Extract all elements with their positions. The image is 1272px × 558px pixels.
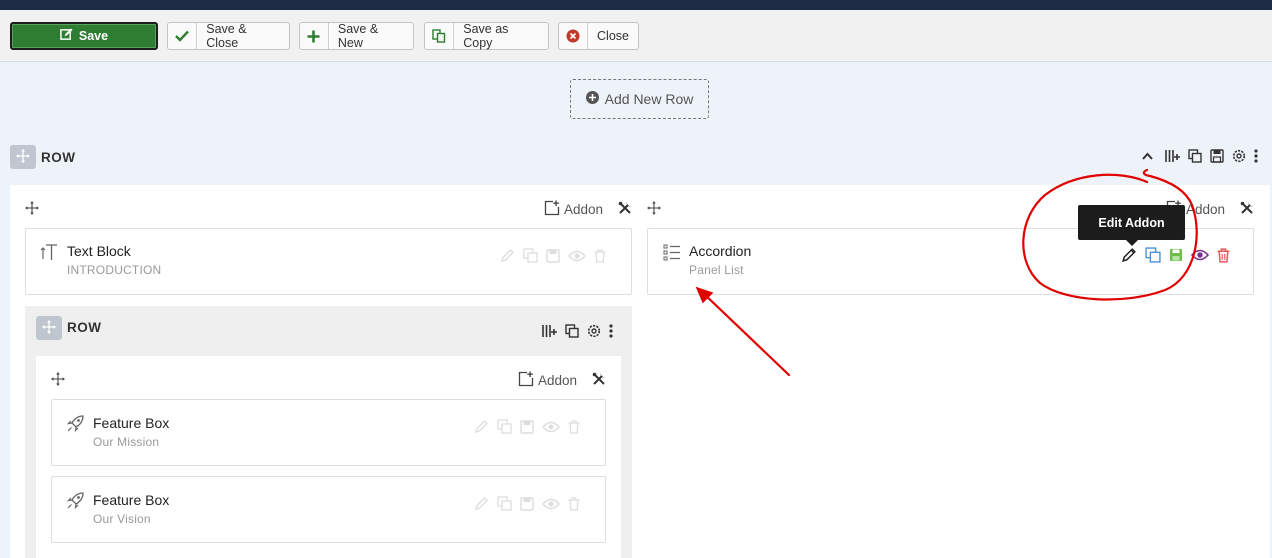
row-title: ROW xyxy=(41,150,76,165)
list-icon xyxy=(663,243,681,264)
addon-title: Accordion xyxy=(689,243,752,259)
duplicate-icon[interactable] xyxy=(523,248,538,266)
column-move-icon[interactable] xyxy=(51,372,65,389)
delete-trash-icon[interactable] xyxy=(1217,247,1230,266)
visibility-eye-icon[interactable] xyxy=(568,250,586,265)
row-toolbar xyxy=(1142,149,1258,163)
edit-icon xyxy=(60,28,73,44)
column-settings-tools-icon[interactable] xyxy=(618,201,632,218)
addon-subtitle: Panel List xyxy=(689,263,744,277)
save-disk-icon[interactable] xyxy=(546,248,560,266)
collapse-icon[interactable] xyxy=(1142,152,1153,160)
addon-subtitle: Our Mission xyxy=(93,435,160,449)
column-move-icon[interactable] xyxy=(25,201,39,218)
add-addon-button[interactable]: Addon xyxy=(518,371,577,390)
close-label: Close xyxy=(597,29,629,43)
save-copy-button[interactable]: Save as Copy xyxy=(424,22,549,50)
delete-trash-icon[interactable] xyxy=(594,248,606,266)
save-close-label: Save & Close xyxy=(206,22,247,50)
plus-icon xyxy=(300,23,329,49)
save-new-label: Save & New xyxy=(337,22,379,50)
addon-title: Feature Box xyxy=(93,415,170,431)
addon-feature-box-mission[interactable]: Feature Box Our Mission xyxy=(51,399,606,466)
plus-circle-icon xyxy=(585,91,599,107)
edit-pencil-icon[interactable] xyxy=(1121,247,1137,266)
add-addon-button[interactable]: Addon xyxy=(544,200,603,219)
save-disk-icon[interactable] xyxy=(1210,149,1224,163)
save-disk-icon[interactable] xyxy=(520,419,534,437)
add-column-icon[interactable] xyxy=(542,324,557,338)
close-button[interactable]: Close xyxy=(558,22,639,50)
inner-row-toolbar xyxy=(542,324,613,338)
inner-row-title: ROW xyxy=(67,320,102,335)
save-disk-icon[interactable] xyxy=(520,496,534,514)
addon-feature-box-vision[interactable]: Feature Box Our Vision xyxy=(51,476,606,543)
check-icon xyxy=(168,23,198,49)
add-addon-label: Addon xyxy=(1186,202,1226,217)
edit-pencil-icon[interactable] xyxy=(474,496,489,514)
addon-text-block[interactable]: Text Block INTRODUCTION xyxy=(25,228,632,295)
addon-subtitle: Our Vision xyxy=(93,512,151,526)
more-options-icon[interactable] xyxy=(609,324,613,338)
visibility-eye-icon[interactable] xyxy=(542,421,560,436)
edit-pencil-icon[interactable] xyxy=(500,248,515,266)
visibility-eye-icon[interactable] xyxy=(1190,249,1210,264)
duplicate-icon[interactable] xyxy=(1188,149,1202,163)
top-navbar xyxy=(0,0,1272,10)
inner-row-move-handle[interactable] xyxy=(36,316,62,340)
addon-actions xyxy=(474,496,580,514)
save-close-button[interactable]: Save & Close xyxy=(167,22,290,50)
rocket-icon xyxy=(66,415,84,435)
save-copy-label: Save as Copy xyxy=(463,22,509,50)
save-new-button[interactable]: Save & New xyxy=(299,22,414,50)
add-column-icon[interactable] xyxy=(1165,149,1180,163)
duplicate-icon[interactable] xyxy=(565,324,579,338)
column-settings-tools-icon[interactable] xyxy=(592,372,606,389)
copy-icon xyxy=(425,23,455,49)
row-move-handle[interactable] xyxy=(10,145,36,169)
add-addon-label: Addon xyxy=(538,373,578,388)
column-move-icon[interactable] xyxy=(647,201,661,218)
settings-gear-icon[interactable] xyxy=(1232,149,1246,163)
addon-actions xyxy=(1121,247,1230,266)
delete-trash-icon[interactable] xyxy=(568,419,580,437)
move-icon xyxy=(42,319,56,337)
settings-gear-icon[interactable] xyxy=(587,324,601,338)
addon-subtitle: INTRODUCTION xyxy=(67,263,162,277)
save-disk-icon[interactable] xyxy=(1169,248,1183,265)
close-circle-icon xyxy=(559,23,589,49)
rocket-icon xyxy=(66,492,84,512)
more-options-icon[interactable] xyxy=(1254,149,1258,163)
toolbar: Save Save & Close Save & New Save as Cop… xyxy=(0,10,1272,62)
column-settings-tools-icon[interactable] xyxy=(1240,201,1254,218)
addon-title: Text Block xyxy=(67,243,131,259)
visibility-eye-icon[interactable] xyxy=(542,498,560,513)
add-new-row-label: Add New Row xyxy=(604,91,694,107)
duplicate-icon[interactable] xyxy=(497,419,512,437)
duplicate-icon[interactable] xyxy=(1145,247,1161,266)
add-square-icon xyxy=(518,371,534,390)
text-block-icon xyxy=(40,243,58,264)
save-button[interactable]: Save xyxy=(10,22,158,50)
delete-trash-icon[interactable] xyxy=(568,496,580,514)
add-addon-label: Addon xyxy=(564,202,604,217)
addon-actions xyxy=(474,419,580,437)
addon-title: Feature Box xyxy=(93,492,170,508)
move-icon xyxy=(16,148,30,166)
add-square-icon xyxy=(544,200,560,219)
addon-actions xyxy=(500,248,606,266)
add-new-row-button[interactable]: Add New Row xyxy=(570,79,709,119)
duplicate-icon[interactable] xyxy=(497,496,512,514)
save-button-label: Save xyxy=(78,29,109,43)
edit-pencil-icon[interactable] xyxy=(474,419,489,437)
edit-addon-tooltip: Edit Addon xyxy=(1078,205,1185,246)
